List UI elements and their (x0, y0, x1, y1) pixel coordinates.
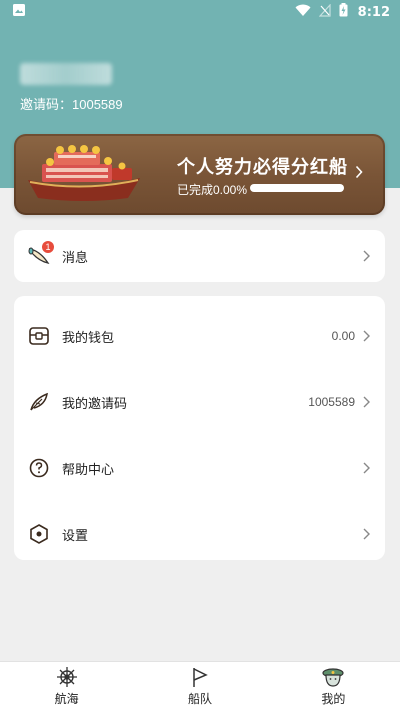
menu-item-invite-code[interactable]: 我的邀请码 1005589 (14, 377, 385, 427)
flag-icon (193, 668, 208, 687)
no-signal-icon (318, 2, 331, 21)
feather-icon (28, 391, 50, 413)
image-icon (12, 3, 26, 21)
settings-label: 设置 (62, 527, 89, 543)
chevron-right-icon (363, 528, 370, 540)
message-badge: 1 (42, 241, 54, 253)
red-ship-illustration (28, 145, 140, 201)
menu-item-help-center[interactable]: 帮助中心 (14, 443, 385, 493)
chevron-right-icon (363, 250, 370, 262)
chevron-right-icon (363, 396, 370, 408)
tab-voyage[interactable]: 航海 (0, 662, 133, 711)
hexagon-nut-icon (28, 523, 50, 545)
invite-code-value: 1005589 (308, 395, 355, 409)
invite-code-label: 我的邀请码 (62, 395, 128, 411)
help-center-label: 帮助中心 (62, 461, 115, 477)
tab-mine-label: 我的 (321, 692, 346, 706)
tab-voyage-label: 航海 (54, 692, 79, 706)
captain-avatar-icon (322, 668, 344, 687)
ship-wheel-icon (56, 667, 77, 687)
dividend-ship-banner[interactable]: 个人努力必得分红船 已完成0.00% (14, 134, 385, 215)
chevron-right-icon (355, 165, 363, 179)
banner-progress-bar (250, 184, 344, 192)
status-time: 8:12 (357, 4, 390, 20)
question-icon (28, 457, 50, 479)
menu-item-settings[interactable]: 设置 (14, 509, 385, 559)
tab-mine[interactable]: 我的 (267, 662, 400, 711)
bottom-tab-bar: 航海 船队 我的 (0, 661, 400, 711)
menu-card: 我的钱包 0.00 我的邀请码 1005589 帮助中心 设置 (14, 296, 385, 560)
wallet-label: 我的钱包 (62, 329, 115, 345)
chevron-right-icon (363, 462, 370, 474)
wallet-chest-icon (28, 325, 50, 347)
banner-progress-label: 已完成0.00% (177, 183, 248, 197)
invite-code-value: 1005589 (72, 97, 123, 112)
menu-item-wallet[interactable]: 我的钱包 0.00 (14, 311, 385, 361)
messages-label: 消息 (62, 249, 89, 265)
messages-card: 1 消息 (14, 230, 385, 282)
invite-code-label: 邀请码： (20, 97, 73, 112)
tab-fleet-label: 船队 (187, 692, 212, 706)
battery-charging-icon (339, 3, 348, 21)
banner-title: 个人努力必得分红船 (177, 157, 348, 177)
invite-code-line: 邀请码：1005589 (20, 94, 123, 113)
wifi-icon (295, 4, 311, 21)
status-bar: 8:12 (0, 0, 400, 24)
tab-fleet[interactable]: 船队 (133, 662, 266, 711)
wallet-balance: 0.00 (331, 329, 355, 343)
messages-row[interactable]: 1 消息 (14, 231, 385, 281)
user-nickname-blurred (20, 63, 112, 85)
chevron-right-icon (363, 330, 370, 342)
